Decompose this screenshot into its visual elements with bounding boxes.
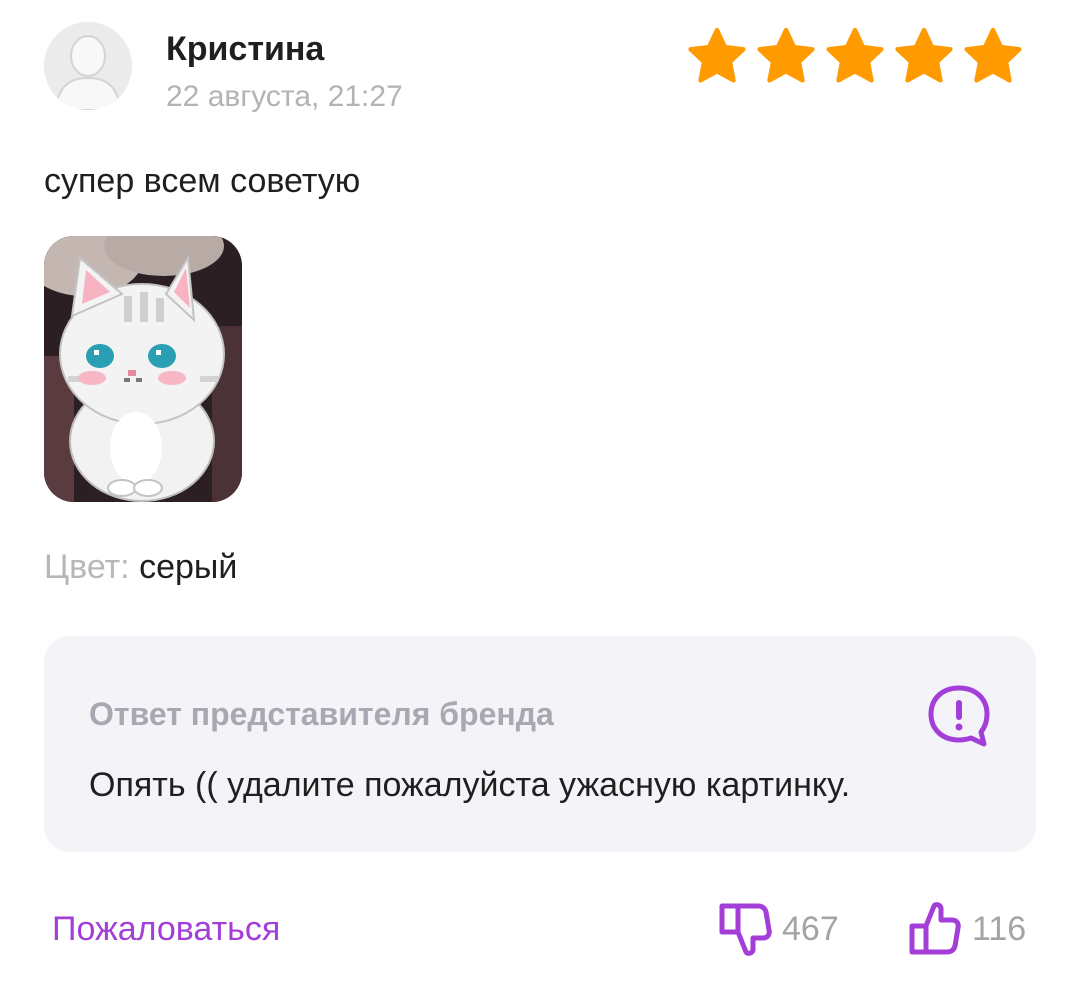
star-icon [826,27,884,83]
review-card: Кристина 22 августа, 21:27 супер всем со… [0,0,1080,995]
thumbs-up-icon [909,902,961,955]
brand-reply-title: Ответ представителя бренда [89,696,554,732]
review-date: 22 августа, 21:27 [166,80,403,113]
attribute-label: Цвет: [44,548,130,586]
like-button[interactable]: 116 [906,898,1026,960]
thumbs-down-icon [719,903,772,956]
star-rating [684,24,1026,90]
dislike-button[interactable]: 467 [716,898,839,960]
avatar [44,22,132,110]
star-icon [757,27,815,83]
star-icon [964,27,1022,83]
review-photo[interactable] [44,236,242,502]
cat-image [44,236,242,502]
review-text: супер всем советую [44,162,361,200]
star-icon [895,27,953,83]
report-link[interactable]: Пожаловаться [52,910,280,949]
product-attribute: Цвет: серый [44,548,237,587]
star-icon [688,27,746,83]
user-placeholder-icon [44,22,132,110]
dislike-count: 467 [782,909,839,948]
alert-chat-icon [928,685,990,747]
like-count: 116 [972,909,1027,948]
author-name: Кристина [166,30,325,68]
brand-reply-text: Опять (( удалите пожалуйста ужасную карт… [89,766,851,804]
brand-reply: Ответ представителя бренда Опять (( удал… [44,636,1036,852]
attribute-value: серый [139,548,238,586]
